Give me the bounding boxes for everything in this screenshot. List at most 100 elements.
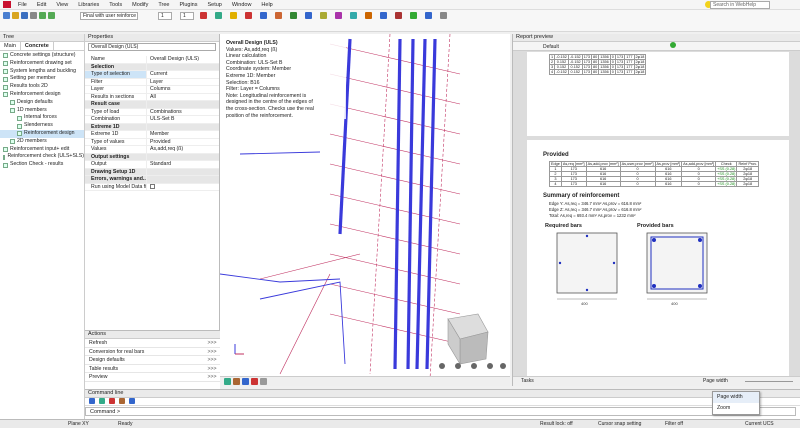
property-section[interactable]: Extreme 1D bbox=[85, 123, 219, 131]
property-row[interactable]: Run using Model Data file... bbox=[85, 183, 219, 191]
property-row[interactable]: Results in sections All bbox=[85, 93, 219, 101]
view-settings-icon[interactable] bbox=[500, 363, 506, 369]
cmd-tool-icon[interactable] bbox=[89, 398, 95, 404]
menu-plugins[interactable]: Plugins bbox=[174, 2, 202, 8]
tools-icon[interactable] bbox=[365, 12, 372, 19]
action-refresh[interactable]: Refresh >>> bbox=[85, 339, 220, 348]
property-row[interactable]: Layer Columns bbox=[85, 86, 219, 94]
pan-icon[interactable] bbox=[471, 363, 477, 369]
check-icon[interactable] bbox=[245, 12, 252, 19]
open-icon[interactable] bbox=[12, 12, 19, 19]
tree-item[interactable]: Slenderness bbox=[0, 122, 84, 130]
menu-window[interactable]: Window bbox=[227, 2, 257, 8]
label-icon[interactable] bbox=[251, 378, 258, 385]
structure-icon[interactable] bbox=[260, 12, 267, 19]
menu-file[interactable]: File bbox=[13, 2, 32, 8]
tree-item[interactable]: Reinforcement check (ULS+SLS) bbox=[0, 153, 84, 161]
property-row[interactable]: Type of values Provided bbox=[85, 138, 219, 146]
property-section[interactable]: Errors, warnings and... bbox=[85, 176, 219, 184]
save-icon[interactable] bbox=[21, 12, 28, 19]
webhelp-search-input[interactable]: Search in WebHelp bbox=[710, 1, 770, 9]
command-input[interactable]: Command > bbox=[85, 407, 796, 416]
refresh-report-icon[interactable] bbox=[670, 42, 677, 48]
tree-item[interactable]: Section Check - results bbox=[0, 161, 84, 169]
section-icon[interactable] bbox=[350, 12, 357, 19]
drawing-icon[interactable] bbox=[395, 12, 402, 19]
tree-item[interactable]: Reinforcement input+ edit bbox=[0, 146, 84, 154]
tree-item[interactable]: Reinforcement design bbox=[0, 91, 84, 99]
result-lock-status[interactable]: Result lock: off bbox=[540, 420, 573, 428]
zoom-mode-combo[interactable]: Page width bbox=[703, 377, 728, 386]
print-icon[interactable] bbox=[30, 12, 37, 19]
report-icon[interactable] bbox=[335, 12, 342, 19]
property-section[interactable]: Output settings bbox=[85, 153, 219, 161]
property-row[interactable]: Filter Layer bbox=[85, 78, 219, 86]
render-icon[interactable] bbox=[487, 363, 493, 369]
tree-item[interactable]: 1D members bbox=[0, 107, 84, 115]
action-preview[interactable]: Preview >>> bbox=[85, 373, 220, 382]
cursor-snap-status[interactable]: Cursor snap setting bbox=[598, 420, 641, 428]
load-icon[interactable] bbox=[275, 12, 282, 19]
calc-icon[interactable] bbox=[215, 12, 222, 19]
value-combo-2[interactable]: 1 bbox=[180, 12, 194, 20]
menu-edit[interactable]: Edit bbox=[32, 2, 51, 8]
tree-item-selected[interactable]: Reinforcement design bbox=[0, 129, 84, 138]
property-row[interactable]: Output Standard bbox=[85, 161, 219, 169]
grid-icon[interactable] bbox=[425, 12, 432, 19]
tree-item[interactable]: System lengths and buckling bbox=[0, 68, 84, 76]
property-row[interactable]: Name Overall Design (ULS) bbox=[85, 56, 219, 64]
property-row[interactable]: Type of load Combinations bbox=[85, 108, 219, 116]
new-icon[interactable] bbox=[3, 12, 10, 19]
results-icon[interactable] bbox=[305, 12, 312, 19]
grid-toggle-icon[interactable] bbox=[260, 378, 267, 385]
tree-item[interactable]: Internal forces bbox=[0, 114, 84, 122]
property-section[interactable]: Result case bbox=[85, 101, 219, 109]
cmd-tool-icon[interactable] bbox=[129, 398, 135, 404]
view-icon[interactable] bbox=[380, 12, 387, 19]
layers-icon[interactable] bbox=[410, 12, 417, 19]
stop-icon[interactable] bbox=[200, 12, 207, 19]
action-conversion[interactable]: Conversion for real bars >>> bbox=[85, 348, 220, 357]
settings-icon[interactable] bbox=[440, 12, 447, 19]
action-button[interactable]: >>> bbox=[204, 356, 220, 364]
action-table-results[interactable]: Table results >>> bbox=[85, 365, 220, 374]
undo-icon[interactable] bbox=[39, 12, 46, 19]
filter-status[interactable]: Filter off bbox=[665, 420, 683, 428]
property-row[interactable]: Combination ULS-Set B bbox=[85, 116, 219, 124]
select-icon[interactable] bbox=[224, 378, 231, 385]
reinforcement-combo[interactable]: Final with user reinforce bbox=[80, 12, 138, 20]
orbit-icon[interactable] bbox=[455, 363, 461, 369]
concrete-icon[interactable] bbox=[320, 12, 327, 19]
tasks-label[interactable]: Tasks bbox=[521, 377, 534, 386]
plane-status[interactable]: Plane XY bbox=[68, 420, 89, 428]
menu-tools[interactable]: Tools bbox=[104, 2, 127, 8]
menu-modify[interactable]: Modify bbox=[127, 2, 153, 8]
property-section[interactable]: Drawing Setup 1D bbox=[85, 168, 219, 176]
tree-item[interactable]: Design defaults bbox=[0, 99, 84, 107]
value-combo-1[interactable]: 1 bbox=[158, 12, 172, 20]
tree-item[interactable]: Reinforcement drawing set bbox=[0, 60, 84, 68]
tree-item[interactable]: 2D members bbox=[0, 138, 84, 146]
3d-viewport[interactable]: Overall Design (ULS) Values: As,add,req … bbox=[220, 34, 510, 386]
properties-combo[interactable]: Overall Design (ULS) bbox=[88, 43, 216, 51]
tree-item[interactable]: Concrete settings (structure) bbox=[0, 52, 84, 60]
display-icon[interactable] bbox=[242, 378, 249, 385]
action-design-defaults[interactable]: Design defaults >>> bbox=[85, 356, 220, 365]
cmd-tool-icon[interactable] bbox=[109, 398, 115, 404]
menu-tree[interactable]: Tree bbox=[153, 2, 174, 8]
menu-help[interactable]: Help bbox=[256, 2, 277, 8]
cmd-tool-icon[interactable] bbox=[99, 398, 105, 404]
tab-concrete[interactable]: Concrete bbox=[20, 42, 54, 50]
redo-icon[interactable] bbox=[48, 12, 55, 19]
property-row[interactable]: Extreme 1D Member bbox=[85, 131, 219, 139]
zoom-slider[interactable] bbox=[745, 381, 793, 382]
menu-libraries[interactable]: Libraries bbox=[73, 2, 104, 8]
ucs-status[interactable]: Current UCS bbox=[745, 420, 774, 428]
model-data-checkbox[interactable] bbox=[150, 183, 155, 189]
tab-main[interactable]: Main bbox=[0, 42, 21, 50]
lightning-icon[interactable] bbox=[230, 12, 237, 19]
zoom-icon[interactable] bbox=[439, 363, 445, 369]
action-button[interactable]: >>> bbox=[204, 339, 220, 347]
property-row[interactable]: Type of selection Current bbox=[85, 71, 219, 79]
menu-setup[interactable]: Setup bbox=[202, 2, 226, 8]
